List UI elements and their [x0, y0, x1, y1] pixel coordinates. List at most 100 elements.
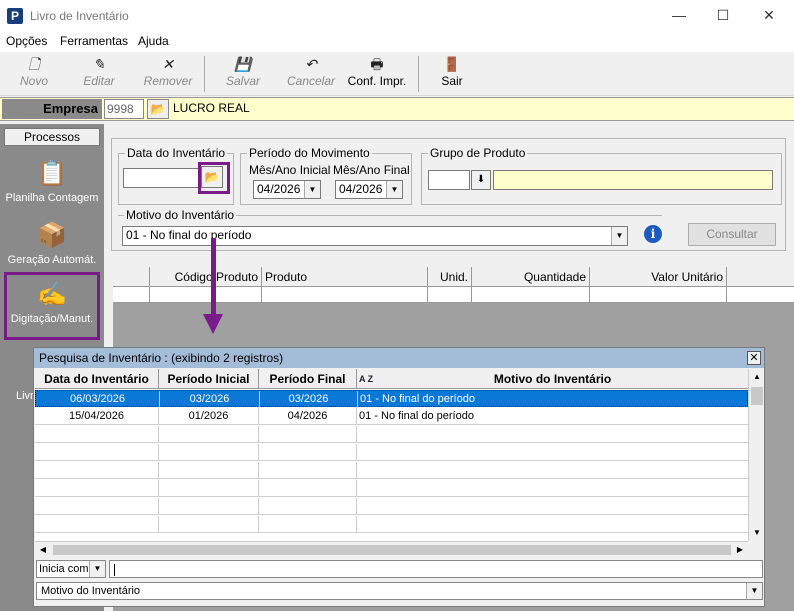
search-mode-select[interactable]: Inicia com ▼ [36, 560, 106, 578]
annotation-arrow-head [203, 314, 223, 334]
novo-button[interactable]: 🗋 Novo [14, 52, 54, 96]
table-row[interactable]: 06/03/2026 03/2026 03/2026 01 - No final… [35, 390, 748, 408]
sair-label: Sair [441, 74, 463, 88]
table-row[interactable] [35, 498, 748, 515]
row-periodo-final: 04/2026 [259, 408, 357, 425]
data-inventario-label: Data do Inventário [125, 146, 228, 160]
menu-opcoes[interactable]: Opções [6, 34, 47, 48]
grid-col-unid[interactable]: Unid. [428, 267, 472, 287]
menu-ajuda[interactable]: Ajuda [138, 34, 169, 48]
sair-button[interactable]: 🚪 Sair [434, 52, 470, 96]
sidebar-header: Processos [4, 128, 100, 146]
grid-col-quantidade[interactable]: Quantidade [472, 267, 590, 287]
app-icon: P [7, 8, 23, 24]
data-inventario-input[interactable] [123, 168, 199, 188]
scroll-thumb[interactable] [53, 545, 731, 555]
table-row[interactable] [35, 480, 748, 497]
periodo-label: Período do Movimento [247, 146, 372, 160]
grupo-lookup-button[interactable]: ⬇ [471, 170, 491, 190]
motivo-select[interactable]: 01 - No final do período ▼ [122, 226, 628, 246]
remover-button[interactable]: ✕ Remover [140, 52, 196, 96]
inventory-search-popup: Pesquisa de Inventário : (exibindo 2 reg… [33, 347, 765, 607]
row-data: 06/03/2026 [36, 391, 160, 408]
popup-col-periodo-inicial[interactable]: Período Inicial [159, 369, 259, 389]
table-row[interactable] [35, 516, 748, 533]
minimize-button[interactable]: — [656, 0, 702, 30]
empresa-code-field[interactable]: 9998 [104, 99, 144, 119]
popup-horizontal-scrollbar[interactable]: ◀ ▶ [35, 541, 748, 557]
grid-cell [590, 287, 727, 303]
grid-col-valor-unitario[interactable]: Valor Unitário [590, 267, 727, 287]
empresa-label: Empresa [2, 99, 102, 119]
scroll-right-icon[interactable]: ▶ [732, 542, 748, 558]
sidebar-item-geracao-automatica[interactable]: 📦 Geração Automát. [4, 216, 100, 276]
scroll-up-icon[interactable]: ▲ [749, 369, 765, 385]
editar-label: Editar [83, 74, 115, 88]
popup-col-periodo-final[interactable]: Período Final [259, 369, 357, 389]
cancelar-label: Cancelar [286, 74, 336, 88]
remover-label: Remover [143, 74, 193, 88]
table-row[interactable] [35, 462, 748, 479]
row-periodo-inicial: 01/2026 [159, 408, 259, 425]
motivo-value: 01 - No final do período [126, 228, 252, 242]
grupo-code-input[interactable] [428, 170, 470, 190]
popup-title-text: Pesquisa de Inventário : (exibindo 2 reg… [39, 351, 284, 365]
table-row[interactable] [35, 444, 748, 461]
novo-label: Novo [19, 74, 48, 88]
grid-col-selector[interactable] [113, 267, 150, 287]
mes-inicial-select[interactable]: 04/2026 ▼ [253, 180, 321, 199]
search-input[interactable] [109, 560, 763, 578]
popup-vertical-scrollbar[interactable]: ▲ ▼ [748, 369, 764, 541]
motivo-label: Motivo do Inventário [124, 208, 237, 222]
toolbar: 🗋 Novo ✎ Editar ✕ Remover 💾 Salvar ↶ Can… [0, 52, 794, 96]
consultar-button[interactable]: Consultar [688, 223, 776, 246]
row-periodo-inicial: 03/2026 [160, 391, 260, 408]
row-data: 15/04/2026 [35, 408, 159, 425]
spreadsheet-icon: 📋 [37, 160, 67, 187]
mes-final-select[interactable]: 04/2026 ▼ [335, 180, 403, 199]
scroll-thumb[interactable] [751, 387, 763, 405]
menu-ferramentas[interactable]: Ferramentas [60, 34, 128, 48]
editar-button[interactable]: ✎ Editar [76, 52, 122, 96]
grid-cell [113, 287, 150, 303]
popup-col-motivo[interactable]: A Z Motivo do Inventário [357, 369, 748, 389]
motivo-group: Motivo do Inventário 01 - No final do pe… [118, 208, 662, 247]
mes-inicial-label: Mês/Ano Inicial [249, 163, 331, 177]
scroll-left-icon[interactable]: ◀ [35, 542, 51, 558]
window-title: Livro de Inventário [30, 9, 129, 23]
grid-cell [472, 287, 590, 303]
edit-icon: ✎ [93, 56, 105, 72]
salvar-button[interactable]: 💾 Salvar [220, 52, 266, 96]
pen-paper-icon: ✍ [37, 281, 67, 308]
grid-cell [262, 287, 428, 303]
conf-impr-button[interactable]: 🖶 Conf. Impr. [344, 52, 410, 96]
popup-close-button[interactable]: ✕ [747, 351, 761, 365]
sidebar-item-planilha-contagem[interactable]: 📋 Planilha Contagem [4, 154, 100, 214]
menu-bar: Opções Ferramentas Ajuda [0, 32, 794, 52]
grupo-produto-group: Grupo de Produto ⬇ [421, 146, 782, 205]
remove-icon: ✕ [162, 56, 174, 72]
info-icon[interactable]: i [644, 225, 662, 243]
cancelar-button[interactable]: ↶ Cancelar [282, 52, 340, 96]
close-button[interactable]: ✕ [746, 0, 792, 30]
maximize-button[interactable]: ☐ [700, 0, 746, 30]
sidebar-item-partial: Livr [16, 390, 34, 402]
scroll-down-icon[interactable]: ▼ [749, 525, 765, 541]
empresa-search-button[interactable]: 📂 [147, 99, 169, 119]
new-document-icon: 🗋 [28, 56, 40, 72]
sidebar-item-digitacao-manut[interactable]: ✍ Digitação/Manut. [4, 272, 100, 340]
grid-col-codigo[interactable]: Código Produto [150, 267, 262, 287]
table-row[interactable] [35, 426, 748, 443]
grupo-label: Grupo de Produto [428, 146, 528, 160]
popup-col-motivo-label: Motivo do Inventário [493, 372, 612, 386]
popup-col-data[interactable]: Data do Inventário [35, 369, 159, 389]
empresa-bar: Empresa 9998 📂 LUCRO REAL [0, 97, 794, 121]
chevron-down-icon: ▼ [89, 561, 105, 577]
row-motivo: 01 - No final do período [359, 410, 474, 422]
grid-col-produto[interactable]: Produto [262, 267, 428, 287]
table-row[interactable]: 15/04/2026 01/2026 04/2026 01 - No final… [35, 408, 748, 425]
sort-az-icon: A Z [359, 374, 374, 384]
search-field-select[interactable]: Motivo do Inventário ▼ [36, 582, 763, 600]
toolbar-separator [418, 56, 419, 92]
popup-table-header: Data do Inventário Período Inicial Perío… [35, 369, 748, 389]
